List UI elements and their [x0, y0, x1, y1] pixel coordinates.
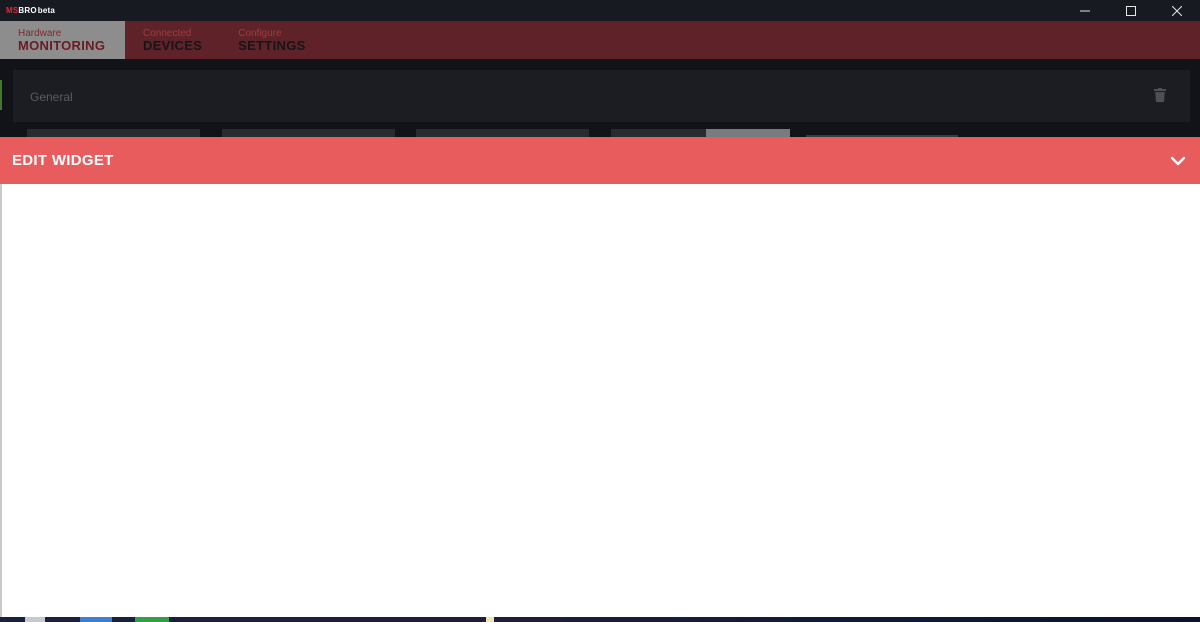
tab-subtitle: Hardware	[18, 27, 62, 39]
edit-widget-body	[2, 184, 1200, 617]
collapse-button[interactable]	[1170, 153, 1186, 169]
close-icon	[1172, 5, 1182, 16]
app-logo: MS BRO beta	[6, 6, 55, 15]
maximize-icon	[1126, 5, 1136, 16]
widget-tile[interactable]	[27, 129, 200, 137]
tab-subtitle: Configure	[238, 27, 282, 39]
edit-widget-title: EDIT WIDGET	[12, 152, 114, 169]
tab-connected-devices[interactable]: Connected DEVICES	[125, 21, 220, 59]
tab-configure-settings[interactable]: Configure SETTINGS	[220, 21, 323, 59]
widget-tile[interactable]	[611, 129, 706, 137]
panel-title: General	[30, 90, 73, 104]
tab-title: SETTINGS	[238, 37, 306, 53]
main-nav: Hardware MONITORING Connected DEVICES Co…	[0, 21, 1200, 59]
logo-prefix: MS	[6, 6, 19, 15]
minimize-icon	[1080, 10, 1090, 11]
chevron-down-icon	[1170, 156, 1186, 166]
app-window: MS BRO beta Hardware MONITORING Connecte…	[0, 0, 1200, 622]
trash-icon	[1154, 88, 1166, 102]
widget-tile[interactable]	[222, 129, 395, 137]
logo-main: BRO	[18, 6, 37, 15]
general-panel: General	[13, 70, 1190, 122]
close-button[interactable]	[1154, 0, 1200, 21]
widget-tile[interactable]	[416, 129, 589, 137]
maximize-button[interactable]	[1108, 0, 1154, 21]
tab-title: DEVICES	[143, 37, 203, 53]
widget-tile-selected[interactable]	[706, 129, 790, 137]
desktop-icon	[80, 617, 112, 622]
title-bar: MS BRO beta	[0, 0, 1200, 21]
delete-panel-button[interactable]	[1154, 88, 1166, 107]
desktop-icon	[25, 617, 45, 622]
tab-title: MONITORING	[18, 37, 106, 53]
accent-edge	[0, 80, 2, 110]
edit-widget-header: EDIT WIDGET	[0, 137, 1200, 184]
logo-suffix: beta	[37, 6, 56, 15]
desktop-icon	[135, 617, 169, 622]
minimize-button[interactable]	[1062, 0, 1108, 21]
window-controls	[1062, 0, 1200, 21]
tab-subtitle: Connected	[143, 27, 192, 39]
desktop-icon	[486, 617, 494, 622]
tab-hardware-monitoring[interactable]: Hardware MONITORING	[0, 21, 125, 59]
desktop-peek	[0, 617, 1200, 622]
